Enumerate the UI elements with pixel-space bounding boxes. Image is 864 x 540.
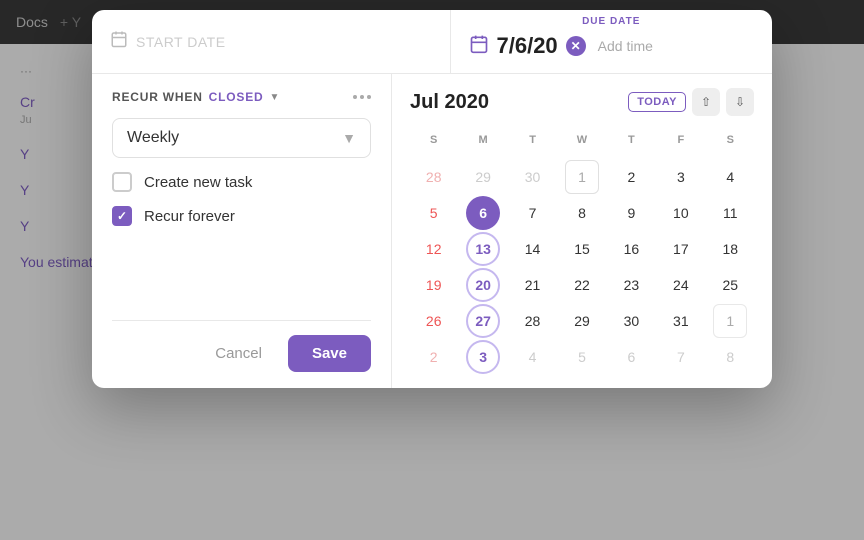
due-date-value: 7/6/20 <box>497 33 558 59</box>
cal-day-2-4[interactable]: 16 <box>614 232 648 266</box>
cal-day-5-5[interactable]: 7 <box>664 340 698 374</box>
cal-day-1-0[interactable]: 5 <box>417 196 451 230</box>
modal-footer: Cancel Save <box>112 320 371 372</box>
cal-day-5-6[interactable]: 8 <box>713 340 747 374</box>
calendar-panel: Jul 2020 TODAY ⇧ ⇩ SMTWTFS 2829301234567… <box>392 74 772 388</box>
due-date-field[interactable]: 7/6/20 ✕ Add time <box>451 29 773 73</box>
cal-day-3-4[interactable]: 23 <box>614 268 648 302</box>
cal-day-0-1[interactable]: 29 <box>466 160 500 194</box>
recur-forever-label: Recur forever <box>144 208 235 225</box>
prev-month-button[interactable]: ⇧ <box>692 88 720 116</box>
save-button[interactable]: Save <box>288 335 371 372</box>
cal-day-4-2[interactable]: 28 <box>516 304 550 338</box>
next-month-button[interactable]: ⇩ <box>726 88 754 116</box>
cal-day-3-3[interactable]: 22 <box>565 268 599 302</box>
dow-s-0: S <box>410 130 457 150</box>
recur-forever-checkbox[interactable] <box>112 206 132 226</box>
cal-day-4-1[interactable]: 27 <box>466 304 500 338</box>
cal-day-1-1[interactable]: 6 <box>466 196 500 230</box>
cal-day-0-5[interactable]: 3 <box>664 160 698 194</box>
create-new-task-label: Create new task <box>144 174 252 191</box>
calendar-dow-row: SMTWTFS <box>410 130 754 150</box>
dot-2 <box>360 95 364 99</box>
cal-day-2-1[interactable]: 13 <box>466 232 500 266</box>
cal-day-1-4[interactable]: 9 <box>614 196 648 230</box>
start-date-field[interactable]: START DATE <box>92 10 451 73</box>
calendar-nav: TODAY ⇧ ⇩ <box>628 88 754 116</box>
dow-t-4: T <box>608 130 655 150</box>
dow-t-2: T <box>509 130 556 150</box>
recur-options-button[interactable] <box>353 95 371 99</box>
cal-day-1-5[interactable]: 10 <box>664 196 698 230</box>
dropdown-chevron-icon: ▼ <box>342 130 356 146</box>
create-new-task-checkbox[interactable] <box>112 172 132 192</box>
cal-day-0-4[interactable]: 2 <box>614 160 648 194</box>
cal-day-0-3[interactable]: 1 <box>565 160 599 194</box>
recur-highlight: CLOSED <box>209 90 264 104</box>
start-date-label: START DATE <box>136 34 226 50</box>
dot-3 <box>367 95 371 99</box>
frequency-dropdown-trigger[interactable]: Weekly ▼ <box>112 118 371 158</box>
cancel-button[interactable]: Cancel <box>201 337 276 370</box>
add-time-button[interactable]: Add time <box>594 36 657 56</box>
due-date-icon <box>469 34 489 59</box>
calendar-month-year: Jul 2020 <box>410 91 489 114</box>
start-date-icon <box>110 30 128 53</box>
cal-day-2-0[interactable]: 12 <box>417 232 451 266</box>
cal-day-4-5[interactable]: 31 <box>664 304 698 338</box>
cal-day-2-2[interactable]: 14 <box>516 232 550 266</box>
cal-day-5-0[interactable]: 2 <box>417 340 451 374</box>
recur-header: RECUR WHEN CLOSED ▼ <box>112 90 371 104</box>
cal-day-2-6[interactable]: 18 <box>713 232 747 266</box>
dow-s-6: S <box>707 130 754 150</box>
cal-day-3-2[interactable]: 21 <box>516 268 550 302</box>
recur-prefix: RECUR WHEN <box>112 90 203 104</box>
cal-day-4-4[interactable]: 30 <box>614 304 648 338</box>
cal-day-0-6[interactable]: 4 <box>713 160 747 194</box>
dow-m-1: M <box>459 130 506 150</box>
cal-day-5-2[interactable]: 4 <box>516 340 550 374</box>
create-new-task-row[interactable]: Create new task <box>112 172 371 192</box>
cal-day-0-2[interactable]: 30 <box>516 160 550 194</box>
modal-overlay: START DATE DUE DATE 7/6/20 ✕ Add time <box>0 0 864 540</box>
modal-body: RECUR WHEN CLOSED ▼ Weekly ▼ <box>92 74 772 388</box>
due-date-wrapper: DUE DATE 7/6/20 ✕ Add time <box>451 10 773 73</box>
cal-day-0-0[interactable]: 28 <box>417 160 451 194</box>
cal-day-1-2[interactable]: 7 <box>516 196 550 230</box>
cal-day-4-3[interactable]: 29 <box>565 304 599 338</box>
cal-day-2-3[interactable]: 15 <box>565 232 599 266</box>
cal-day-1-3[interactable]: 8 <box>565 196 599 230</box>
cal-day-3-6[interactable]: 25 <box>713 268 747 302</box>
cal-day-5-1[interactable]: 3 <box>466 340 500 374</box>
frequency-dropdown: Weekly ▼ <box>112 118 371 158</box>
due-date-header: DUE DATE <box>582 10 640 29</box>
cal-day-5-4[interactable]: 6 <box>614 340 648 374</box>
cal-day-3-0[interactable]: 19 <box>417 268 451 302</box>
modal-datebar: START DATE DUE DATE 7/6/20 ✕ Add time <box>92 10 772 74</box>
cal-day-2-5[interactable]: 17 <box>664 232 698 266</box>
recur-forever-row[interactable]: Recur forever <box>112 206 371 226</box>
dow-w-3: W <box>558 130 605 150</box>
left-panel: RECUR WHEN CLOSED ▼ Weekly ▼ <box>92 74 392 388</box>
recur-chevron-icon: ▼ <box>269 92 280 103</box>
today-button[interactable]: TODAY <box>628 92 686 112</box>
cal-day-1-6[interactable]: 11 <box>713 196 747 230</box>
cal-day-3-1[interactable]: 20 <box>466 268 500 302</box>
frequency-value: Weekly <box>127 129 179 147</box>
dow-f-5: F <box>657 130 704 150</box>
calendar-days-grid[interactable]: 2829301234567891011121314151617181920212… <box>410 160 754 374</box>
calendar-header: Jul 2020 TODAY ⇧ ⇩ <box>410 88 754 116</box>
dot-1 <box>353 95 357 99</box>
modal-dialog: START DATE DUE DATE 7/6/20 ✕ Add time <box>92 10 772 388</box>
cal-day-4-0[interactable]: 26 <box>417 304 451 338</box>
cal-day-3-5[interactable]: 24 <box>664 268 698 302</box>
cal-day-4-6[interactable]: 1 <box>713 304 747 338</box>
cal-day-5-3[interactable]: 5 <box>565 340 599 374</box>
recur-title[interactable]: RECUR WHEN CLOSED ▼ <box>112 90 280 104</box>
due-date-clear-button[interactable]: ✕ <box>566 36 586 56</box>
